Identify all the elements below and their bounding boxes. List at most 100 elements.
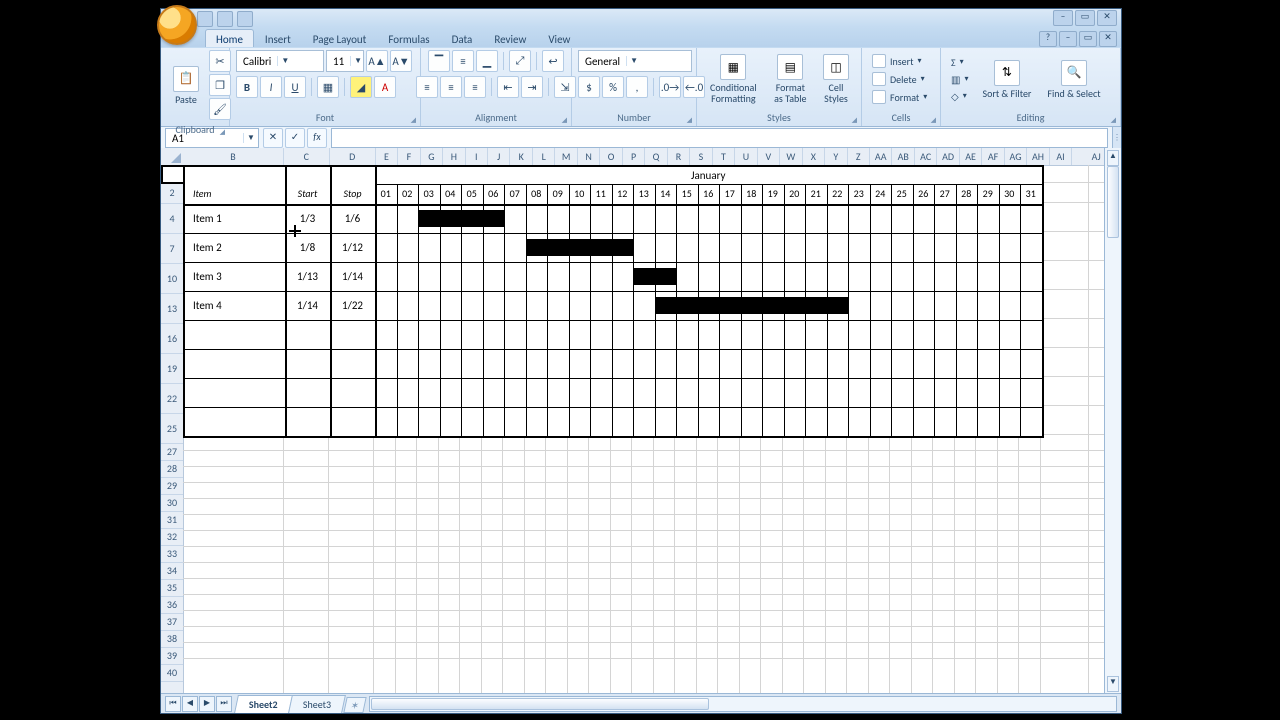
row-header[interactable]: 27 (161, 444, 183, 461)
row-header[interactable]: 16 (161, 324, 183, 354)
align-left-button[interactable]: ≡ (416, 76, 438, 98)
column-header[interactable]: H (443, 148, 465, 165)
column-header[interactable]: W (780, 148, 802, 165)
increase-decimal-button[interactable]: .0→ (659, 76, 681, 98)
decrease-indent-button[interactable]: ⇤ (497, 76, 519, 98)
column-header[interactable]: AG (1005, 148, 1027, 165)
scroll-up-button[interactable]: ▲ (1107, 150, 1119, 166)
tab-insert[interactable]: Insert (254, 29, 302, 47)
column-header[interactable]: T (713, 148, 735, 165)
qat-undo-icon[interactable] (217, 11, 233, 27)
align-middle-button[interactable]: ≡ (452, 50, 474, 72)
borders-button[interactable]: ▦ (317, 76, 339, 98)
align-top-button[interactable]: ▔ (428, 50, 450, 72)
tab-view[interactable]: View (537, 29, 581, 47)
column-header[interactable]: AH (1027, 148, 1049, 165)
next-sheet-button[interactable]: ▶ (199, 696, 215, 712)
autosum-button[interactable]: Σ▾ (947, 55, 972, 70)
last-sheet-button[interactable]: ⏭ (216, 696, 232, 712)
row-header[interactable]: 22 (161, 384, 183, 414)
ribbon-help-icon[interactable]: ? (1039, 31, 1057, 47)
shrink-font-button[interactable]: A▼ (390, 50, 412, 72)
grow-font-button[interactable]: A▲ (366, 50, 388, 72)
formula-bar-expand[interactable]: ⋮ (1112, 127, 1121, 149)
column-header[interactable]: Z (848, 148, 870, 165)
column-header[interactable]: F (398, 148, 420, 165)
cancel-formula-button[interactable]: ✕ (263, 128, 283, 148)
formula-input[interactable] (331, 128, 1108, 148)
cut-button[interactable]: ✂ (209, 50, 231, 72)
tab-formulas[interactable]: Formulas (377, 29, 440, 47)
row-header[interactable]: 19 (161, 354, 183, 384)
orientation-button[interactable]: ⤢ (509, 50, 531, 72)
sort-filter-button[interactable]: ⇅Sort & Filter (976, 58, 1037, 101)
row-header[interactable]: 7 (161, 234, 183, 264)
worksheet-grid[interactable]: BCDEFGHIJKLMNOPQRSTUVWXYZAAABACADAEAFAGA… (161, 148, 1121, 694)
column-header[interactable]: AE (960, 148, 982, 165)
column-header[interactable]: J (488, 148, 510, 165)
copy-button[interactable]: ❐ (209, 74, 231, 96)
paste-button[interactable]: 📋 Paste (167, 64, 205, 107)
column-header[interactable]: AF (982, 148, 1004, 165)
column-header[interactable]: R (668, 148, 690, 165)
format-cells-button[interactable]: Format▾ (868, 89, 931, 105)
percent-format-button[interactable]: % (602, 76, 624, 98)
column-header[interactable]: B (183, 148, 284, 165)
font-name-dropdown[interactable]: Calibri▼ (236, 50, 324, 72)
row-header[interactable]: 38 (161, 631, 183, 648)
qat-save-icon[interactable] (197, 11, 213, 27)
fill-button[interactable]: ▥▾ (947, 72, 972, 87)
column-header[interactable]: AD (937, 148, 959, 165)
qat-redo-icon[interactable] (237, 11, 253, 27)
cells-area[interactable]: JanuaryItemStartStop01020304050607080910… (183, 165, 1121, 694)
comma-format-button[interactable]: , (626, 76, 648, 98)
row-header[interactable]: 34 (161, 563, 183, 580)
tab-page-layout[interactable]: Page Layout (302, 29, 378, 47)
minimize-button[interactable]: – (1053, 10, 1073, 26)
column-header[interactable]: V (758, 148, 780, 165)
vertical-scroll-thumb[interactable] (1107, 166, 1119, 238)
column-header[interactable]: U (735, 148, 757, 165)
first-sheet-button[interactable]: ⏮ (165, 696, 181, 712)
sheet-tab-0[interactable]: Sheet2 (234, 695, 292, 713)
conditional-formatting-button[interactable]: ▦Conditional Formatting (703, 52, 764, 106)
column-header[interactable]: D (330, 148, 376, 165)
accounting-format-button[interactable]: $ (578, 76, 600, 98)
tab-review[interactable]: Review (483, 29, 537, 47)
select-all-corner[interactable] (161, 148, 184, 166)
sheet-tab-1[interactable]: Sheet3 (288, 695, 346, 713)
align-bottom-button[interactable]: ▁ (476, 50, 498, 72)
font-size-dropdown[interactable]: 11▼ (326, 50, 364, 72)
vertical-scrollbar[interactable]: ▲ ▼ (1104, 148, 1121, 694)
enter-formula-button[interactable]: ✓ (285, 128, 305, 148)
insert-cells-button[interactable]: Insert▾ (868, 53, 931, 69)
ribbon-minimize-icon[interactable]: – (1059, 31, 1077, 47)
column-header[interactable]: N (578, 148, 600, 165)
maximize-button[interactable]: ▭ (1075, 10, 1095, 26)
row-header[interactable]: 2 (161, 183, 183, 204)
new-sheet-button[interactable]: ✶ (343, 697, 366, 713)
office-button[interactable] (157, 5, 197, 45)
column-header[interactable]: Y (825, 148, 847, 165)
row-header[interactable]: 37 (161, 614, 183, 631)
column-header[interactable]: L (533, 148, 555, 165)
row-header[interactable]: 35 (161, 580, 183, 597)
clear-button[interactable]: ◇▾ (947, 89, 972, 104)
cell-styles-button[interactable]: ◫Cell Styles (817, 52, 855, 106)
column-header[interactable]: S (690, 148, 712, 165)
column-header[interactable]: AI (1050, 148, 1072, 165)
column-header[interactable]: AB (892, 148, 914, 165)
column-header[interactable]: X (803, 148, 825, 165)
font-color-button[interactable]: A (374, 76, 396, 98)
column-header[interactable]: K (510, 148, 532, 165)
ribbon-restore-icon[interactable]: ▭ (1079, 31, 1097, 47)
row-header[interactable]: 13 (161, 294, 183, 324)
row-header[interactable]: 30 (161, 495, 183, 512)
delete-cells-button[interactable]: Delete▾ (868, 71, 931, 87)
column-header[interactable]: C (284, 148, 330, 165)
name-box-dropdown[interactable]: ▼ (243, 133, 258, 143)
row-header[interactable]: 28 (161, 461, 183, 478)
tab-home[interactable]: Home (205, 29, 254, 47)
underline-button[interactable]: U (284, 76, 306, 98)
row-header[interactable]: 31 (161, 512, 183, 529)
